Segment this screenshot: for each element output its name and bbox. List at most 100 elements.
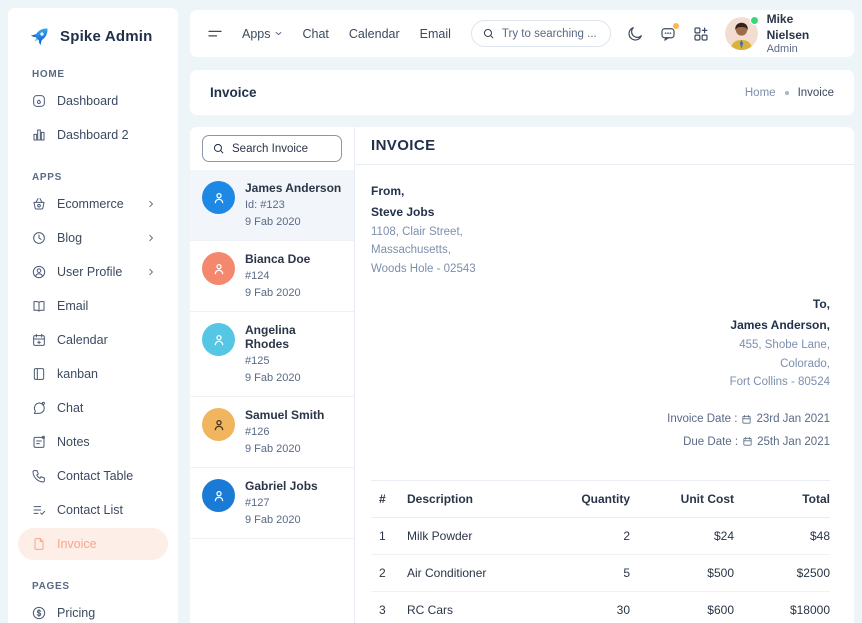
chevron-right-icon <box>146 267 156 277</box>
cell-total: $18000 <box>734 592 830 623</box>
invoice-detail-title: INVOICE <box>355 127 854 165</box>
cell-unit-cost: $500 <box>630 555 734 592</box>
message-circle-icon <box>31 400 47 416</box>
to-address-line: Fort Collins - 80524 <box>371 373 830 391</box>
invoice-list-item[interactable]: James Anderson Id: #123 9 Fab 2020 <box>190 170 354 241</box>
invoice-search-input[interactable] <box>232 143 332 155</box>
invoice-date: 9 Fab 2020 <box>245 370 342 387</box>
menu-icon[interactable] <box>206 25 224 43</box>
user-menu[interactable]: Mike Nielsen Admin <box>725 12 838 55</box>
sidebar-item-calendar[interactable]: Calendar <box>18 324 168 356</box>
sidebar-item-label: Dashboard <box>57 94 118 108</box>
nav-link-label: Email <box>420 27 451 41</box>
sidebar-item-label: Invoice <box>57 537 97 551</box>
invoice-id: #126 <box>245 424 324 441</box>
note-icon <box>31 434 47 450</box>
sidebar-item-pricing[interactable]: Pricing <box>18 597 168 623</box>
invoice-dates: Invoice Date : 23rd Jan 2021 Due Date : … <box>371 408 830 453</box>
chevron-down-icon <box>274 29 283 38</box>
invoice-customer-name: Bianca Doe <box>245 252 310 266</box>
top-header: Apps Chat Calendar Email <box>190 10 854 57</box>
from-address-line: 1108, Clair Street, <box>371 223 830 241</box>
cell-description: RC Cars <box>407 592 518 623</box>
avatar <box>202 323 235 356</box>
page-title: Invoice <box>210 85 257 100</box>
sidebar-item-chat[interactable]: Chat <box>18 392 168 424</box>
due-date-label: Due Date : <box>683 431 738 453</box>
table-row: 1 Milk Powder 2 $24 $48 <box>371 518 830 555</box>
invoice-list-item[interactable]: Gabriel Jobs #127 9 Fab 2020 <box>190 468 354 539</box>
basket-icon <box>31 196 47 212</box>
sidebar-item-label: Blog <box>57 231 82 245</box>
brand-logo[interactable]: Spike Admin <box>8 8 178 48</box>
calendar-icon <box>742 436 753 447</box>
nav-link-chat[interactable]: Chat <box>303 27 329 41</box>
search-icon <box>212 142 225 155</box>
messages-button[interactable] <box>659 25 677 43</box>
sidebar-item-label: kanban <box>57 367 98 381</box>
sidebar-item-contact-list[interactable]: Contact List <box>18 494 168 526</box>
invoice-list-item[interactable]: Bianca Doe #124 9 Fab 2020 <box>190 241 354 312</box>
breadcrumb-home-link[interactable]: Home <box>745 87 776 99</box>
cell-number: 3 <box>371 592 407 623</box>
cell-number: 2 <box>371 555 407 592</box>
sidebar-item-contact-table[interactable]: Contact Table <box>18 460 168 492</box>
invoice-list: James Anderson Id: #123 9 Fab 2020 Bianc… <box>190 127 355 623</box>
invoice-search <box>202 135 342 162</box>
sidebar-item-blog[interactable]: Blog <box>18 222 168 254</box>
cell-total: $2500 <box>734 555 830 592</box>
sidebar-item-dashboard-2[interactable]: Dashboard 2 <box>18 119 168 151</box>
sidebar-item-ecommerce[interactable]: Ecommerce <box>18 188 168 220</box>
sidebar-item-label: Chat <box>57 401 83 415</box>
avatar <box>202 408 235 441</box>
breadcrumb: Home Invoice <box>745 87 834 99</box>
sidebar-item-label: User Profile <box>57 265 122 279</box>
sidebar-item-notes[interactable]: Notes <box>18 426 168 458</box>
invoice-id: #125 <box>245 353 342 370</box>
invoice-date: 9 Fab 2020 <box>245 214 341 231</box>
invoice-from: From, Steve Jobs 1108, Clair Street, Mas… <box>371 181 830 278</box>
nav-link-apps[interactable]: Apps <box>242 27 283 41</box>
avatar <box>202 181 235 214</box>
user-role: Admin <box>767 43 838 55</box>
invoice-list-item[interactable]: Samuel Smith #126 9 Fab 2020 <box>190 397 354 468</box>
table-row: 2 Air Conditioner 5 $500 $2500 <box>371 555 830 592</box>
cell-quantity: 5 <box>518 555 630 592</box>
nav-link-email[interactable]: Email <box>420 27 451 41</box>
invoice-customer-name: Samuel Smith <box>245 408 324 422</box>
search-input[interactable] <box>502 28 600 40</box>
sidebar-item-label: Email <box>57 299 88 313</box>
dark-mode-button[interactable] <box>626 25 644 43</box>
apps-grid-button[interactable] <box>692 25 710 43</box>
global-search <box>471 20 611 47</box>
invoice-date: 9 Fab 2020 <box>245 285 310 302</box>
invoice-list-item[interactable]: Angelina Rhodes #125 9 Fab 2020 <box>190 312 354 397</box>
cell-number: 1 <box>371 518 407 555</box>
sidebar-item-label: Contact Table <box>57 469 133 483</box>
sidebar-item-label: Notes <box>57 435 90 449</box>
file-invoice-icon <box>31 536 47 552</box>
app-window: Spike Admin HOME Dashboard Dashboard 2 A… <box>0 0 862 623</box>
sidebar-item-label: Ecommerce <box>57 197 124 211</box>
chevron-right-icon <box>146 199 156 209</box>
from-address-line: Woods Hole - 02543 <box>371 260 830 278</box>
calendar-icon <box>741 414 752 425</box>
invoice-id: #127 <box>245 495 318 512</box>
nav-link-calendar[interactable]: Calendar <box>349 27 400 41</box>
sidebar-item-dashboard[interactable]: Dashboard <box>18 85 168 117</box>
user-icon <box>211 261 227 277</box>
sidebar-item-kanban[interactable]: kanban <box>18 358 168 390</box>
book-icon <box>31 298 47 314</box>
notebook-icon <box>31 366 47 382</box>
user-avatar <box>725 17 758 50</box>
user-icon <box>211 190 227 206</box>
sidebar-item-email[interactable]: Email <box>18 290 168 322</box>
sidebar-item-invoice[interactable]: Invoice <box>18 528 168 560</box>
breadcrumb-separator-dot <box>785 91 789 95</box>
chevron-right-icon <box>146 233 156 243</box>
sidebar-item-user-profile[interactable]: User Profile <box>18 256 168 288</box>
col-header-number: # <box>371 481 407 518</box>
invoice-id: #124 <box>245 268 310 285</box>
avatar <box>202 252 235 285</box>
user-name: Mike Nielsen <box>767 12 838 43</box>
